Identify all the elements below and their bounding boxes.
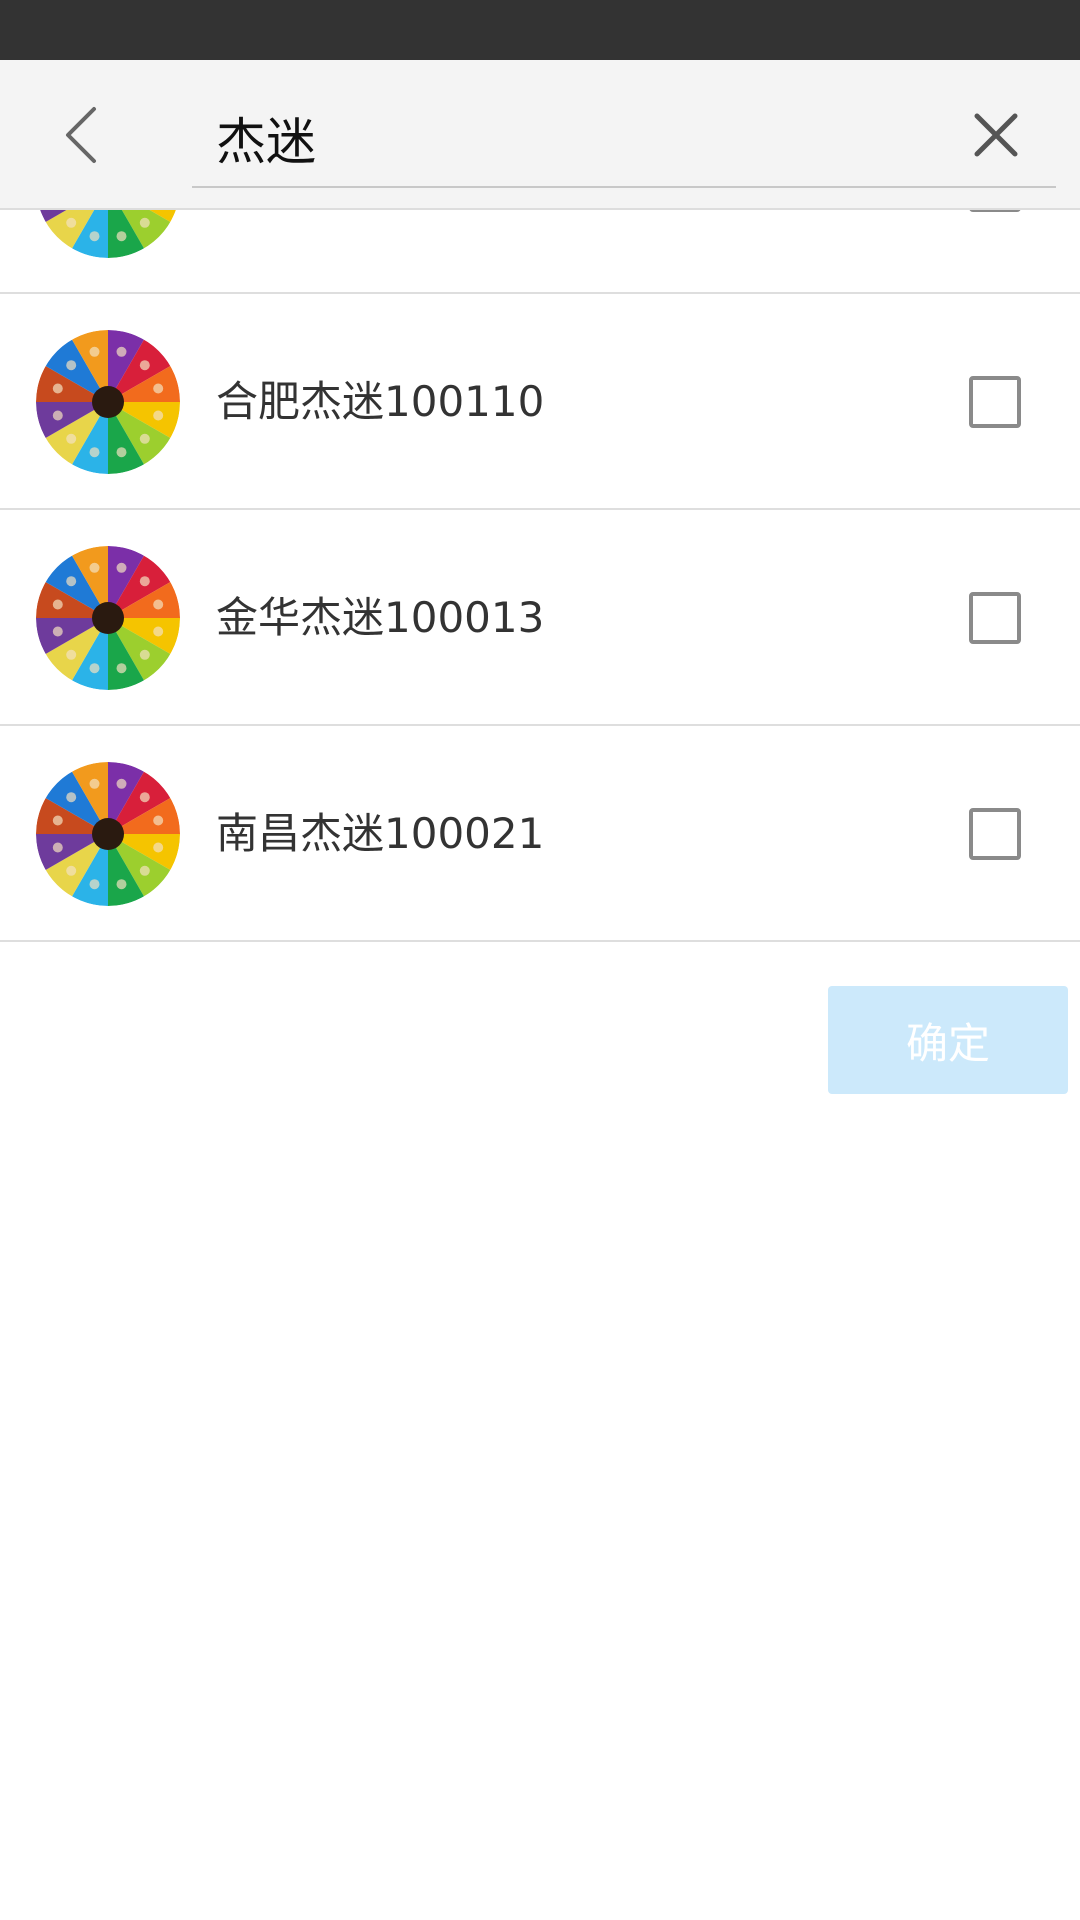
- close-icon: [974, 113, 1018, 157]
- colored-pencils-avatar: [36, 546, 180, 690]
- clear-search-button[interactable]: [956, 95, 1036, 175]
- list-item[interactable]: 搁浅杰迷100007: [0, 210, 1080, 294]
- confirm-button[interactable]: 确定: [828, 986, 1068, 1094]
- list-item[interactable]: 金华杰迷100013: [0, 510, 1080, 726]
- list-item[interactable]: 南昌杰迷100021: [0, 726, 1080, 942]
- colored-pencils-avatar: [36, 210, 180, 258]
- search-input[interactable]: [216, 98, 916, 178]
- select-checkbox[interactable]: [969, 808, 1021, 860]
- list-item[interactable]: 合肥杰迷100110: [0, 294, 1080, 510]
- member-list-scroll[interactable]: 搁浅杰迷100007 合肥杰迷100110 金华杰迷100013 南昌杰迷100021: [0, 210, 1080, 942]
- select-checkbox[interactable]: [969, 210, 1021, 212]
- select-checkbox[interactable]: [969, 376, 1021, 428]
- search-field: [192, 90, 1056, 188]
- member-name: 金华杰迷100013: [216, 593, 545, 642]
- search-header: [0, 60, 1080, 210]
- member-list: 搁浅杰迷100007 合肥杰迷100110 金华杰迷100013 南昌杰迷100021: [0, 210, 1080, 962]
- member-name: 南昌杰迷100021: [216, 809, 545, 858]
- back-button[interactable]: [40, 95, 120, 175]
- member-name: 合肥杰迷100110: [216, 377, 545, 426]
- colored-pencils-avatar: [36, 762, 180, 906]
- chevron-left-icon: [66, 107, 96, 163]
- colored-pencils-avatar: [36, 330, 180, 474]
- status-bar: [0, 0, 1080, 60]
- member-name: 搁浅杰迷100007: [216, 210, 544, 218]
- select-checkbox[interactable]: [969, 592, 1021, 644]
